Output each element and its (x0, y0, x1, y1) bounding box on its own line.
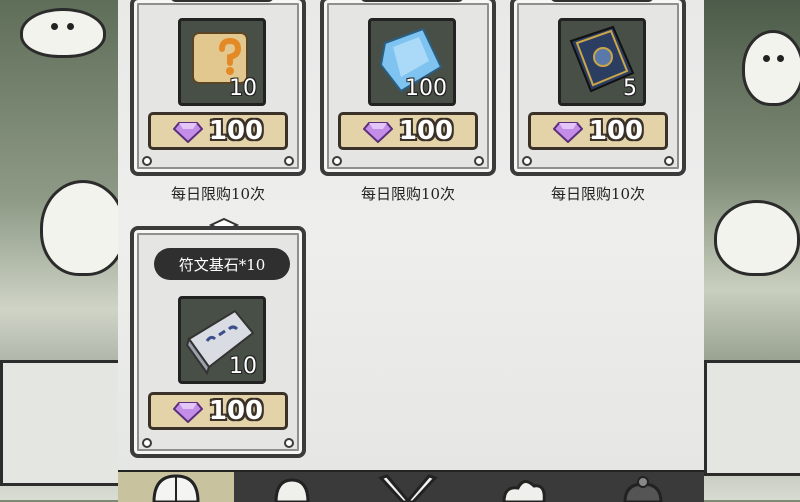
shop-card-selected[interactable]: 符文基石*10 10 100 (130, 226, 306, 458)
price-value: 100 (398, 116, 454, 146)
purchase-limit: 每日限购10次 (360, 185, 456, 203)
item-slot[interactable]: 100 (368, 18, 456, 106)
ghost-icon (20, 8, 106, 58)
item-slot[interactable]: 10 (178, 18, 266, 106)
buy-button[interactable]: 100 (148, 392, 288, 430)
shop-card[interactable]: 100 100 (320, 0, 496, 176)
shop-panel: 10 100 每日限购10次 100 100 每日限购10次 5 100 每日限… (118, 0, 704, 470)
bottom-nav (118, 470, 704, 502)
ghost-icon (742, 30, 800, 106)
buy-button[interactable]: 100 (148, 112, 288, 150)
purchase-limit: 每日限购10次 (550, 185, 646, 203)
gem-icon (172, 122, 203, 143)
shop-card[interactable]: 10 100 (130, 0, 306, 176)
background-right (704, 0, 800, 500)
item-slot[interactable]: 10 (178, 296, 266, 384)
price-value: 100 (588, 116, 644, 146)
item-count: 100 (405, 76, 447, 101)
tab-scroll[interactable] (234, 472, 350, 502)
stone-block (0, 360, 118, 486)
tab-explore[interactable] (466, 472, 582, 502)
stone-block (704, 360, 800, 476)
gem-icon (552, 122, 583, 143)
buy-button[interactable]: 100 (528, 112, 668, 150)
gem-icon (362, 122, 393, 143)
price-value: 100 (208, 396, 264, 426)
item-name-tag: 符文基石*10 (154, 248, 290, 280)
gem-icon (172, 402, 203, 423)
cloud-icon (502, 480, 546, 502)
item-count: 5 (623, 76, 637, 101)
tab-alchemy[interactable] (582, 472, 704, 502)
ghost-icon (40, 180, 118, 276)
price-value: 100 (208, 116, 264, 146)
scroll-icon (274, 478, 310, 502)
crossed-swords-icon (378, 474, 438, 502)
tab-equipment[interactable] (118, 472, 234, 502)
buy-button[interactable]: 100 (338, 112, 478, 150)
item-count: 10 (229, 354, 257, 379)
ghost-icon (714, 200, 800, 276)
item-count: 10 (229, 76, 257, 101)
purchase-limit: 每日限购10次 (170, 185, 266, 203)
tab-battle[interactable] (350, 472, 466, 502)
shop-card[interactable]: 5 100 (510, 0, 686, 176)
cauldron-icon (623, 476, 663, 502)
background-left (0, 0, 118, 500)
item-slot[interactable]: 5 (558, 18, 646, 106)
helmet-icon (152, 474, 200, 502)
